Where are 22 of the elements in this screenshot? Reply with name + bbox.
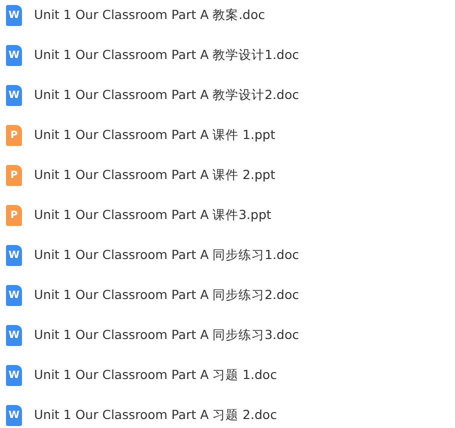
file-icon: P <box>6 164 22 186</box>
file-icon: W <box>6 324 22 346</box>
file-icon: W <box>6 44 22 66</box>
file-name[interactable]: Unit 1 Our Classroom Part A 同步练习2.doc <box>34 286 299 304</box>
file-icon: W <box>6 244 22 266</box>
file-icon: W <box>6 284 22 306</box>
file-name[interactable]: Unit 1 Our Classroom Part A 课件 1.ppt <box>34 126 276 144</box>
file-name[interactable]: Unit 1 Our Classroom Part A 教学设计2.doc <box>34 86 299 104</box>
file-icon: P <box>6 204 22 226</box>
file-name[interactable]: Unit 1 Our Classroom Part A 课件3.ppt <box>34 206 272 224</box>
file-name[interactable]: Unit 1 Our Classroom Part A 课件 2.ppt <box>34 166 276 184</box>
file-icon: W <box>6 4 22 26</box>
file-icon: W <box>6 364 22 386</box>
file-icon: W <box>6 404 22 426</box>
file-name[interactable]: Unit 1 Our Classroom Part A 教学设计1.doc <box>34 46 299 64</box>
file-icon: W <box>6 84 22 106</box>
file-name[interactable]: Unit 1 Our Classroom Part A 习题 2.doc <box>34 406 277 424</box>
file-name[interactable]: Unit 1 Our Classroom Part A 习题 1.doc <box>34 366 277 384</box>
file-icon: P <box>6 124 22 146</box>
file-name[interactable]: Unit 1 Our Classroom Part A 同步练习3.doc <box>34 326 299 344</box>
file-name[interactable]: Unit 1 Our Classroom Part A 同步练习1.doc <box>34 246 299 264</box>
file-name[interactable]: Unit 1 Our Classroom Part A 教案.doc <box>34 6 266 24</box>
